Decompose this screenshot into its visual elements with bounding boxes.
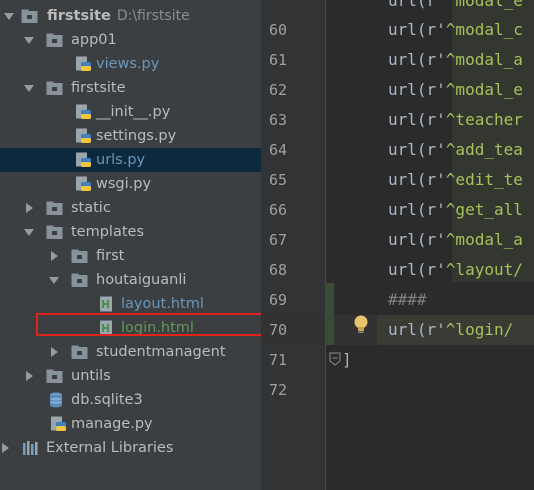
chevron-right-icon[interactable] (26, 203, 33, 213)
tree-item-layout-html[interactable]: layout.html (0, 292, 261, 316)
folder-icon (46, 33, 63, 47)
tree-item-label: app01 (71, 32, 117, 48)
python-file-icon (51, 416, 66, 431)
chevron-right-icon[interactable] (51, 251, 58, 261)
line-number: 61 (268, 51, 287, 69)
code-line: url(r'^modal_a (388, 230, 523, 249)
tree-item-label: views.py (96, 56, 160, 72)
tree-item-untils[interactable]: untils (0, 364, 261, 388)
code-line: ] (342, 350, 352, 369)
line-number: 64 (268, 141, 287, 159)
database-icon (50, 392, 62, 408)
tree-item-label: __init__.py (96, 104, 171, 120)
code-line: url(r'^modal_c (388, 20, 523, 39)
html-file-icon (100, 320, 112, 336)
chevron-down-icon[interactable] (24, 85, 34, 92)
line-number: 71 (268, 351, 287, 369)
tree-item-static[interactable]: static (0, 196, 261, 220)
tree-item-label: urls.py (96, 152, 146, 168)
chevron-down-icon[interactable] (24, 229, 34, 236)
tree-item-label: firstsite D:\firstsite (47, 8, 190, 24)
folder-icon (71, 345, 88, 359)
code-line: url(r'^get_all (388, 200, 523, 219)
code-line: url(r'^login/ (388, 320, 514, 339)
folder-icon (21, 9, 38, 23)
tree-item-label: db.sqlite3 (71, 392, 143, 408)
folder-icon (71, 249, 88, 263)
code-comment-line: #### (388, 290, 427, 309)
tree-item-app01[interactable]: app01 (0, 28, 261, 52)
line-number: 65 (268, 171, 287, 189)
ide-window: firstsite D:\firstsite app01 views.py fir… (0, 0, 534, 490)
vcs-change-marker (325, 283, 334, 345)
folder-icon (46, 81, 63, 95)
tree-item-firstsite[interactable]: firstsite (0, 76, 261, 100)
tree-item-houtaiguanli[interactable]: houtaiguanli (0, 268, 261, 292)
tree-item-init-py[interactable]: __init__.py (0, 100, 261, 124)
chevron-right-icon[interactable] (51, 347, 58, 357)
code-line: url(r'^edit_te (388, 170, 523, 189)
chevron-right-icon[interactable] (2, 443, 9, 453)
python-file-icon (76, 152, 91, 167)
tree-item-firstsite-root[interactable]: firstsite D:\firstsite (0, 4, 261, 28)
tree-item-label: settings.py (96, 128, 177, 144)
lightbulb-icon[interactable] (351, 313, 371, 335)
tree-item-label: houtaiguanli (96, 272, 187, 288)
folder-icon (46, 201, 63, 215)
code-line-partial: url(r'^modal_e (388, 0, 523, 10)
folder-icon (71, 273, 88, 287)
line-number: 66 (268, 201, 287, 219)
line-number: 60 (268, 21, 287, 39)
line-number: 68 (268, 261, 287, 279)
code-line: url(r'^teacher (388, 110, 523, 129)
tree-item-external-libraries[interactable]: External Libraries (0, 436, 261, 460)
tree-item-templates[interactable]: templates (0, 220, 261, 244)
tree-item-urls-py[interactable]: urls.py (0, 148, 261, 172)
tree-item-label: untils (71, 368, 111, 384)
tree-item-label: manage.py (71, 416, 153, 432)
fold-marker-icon[interactable] (329, 352, 341, 366)
tree-item-manage-py[interactable]: manage.py (0, 412, 261, 436)
python-file-icon (76, 176, 91, 191)
tree-item-label: wsgi.py (96, 176, 152, 192)
tree-item-label: studentmanagent (96, 344, 226, 360)
folder-icon (46, 369, 63, 383)
tree-item-settings-py[interactable]: settings.py (0, 124, 261, 148)
project-tree: firstsite D:\firstsite app01 views.py fir… (0, 0, 261, 490)
python-file-icon (76, 104, 91, 119)
code-line: url(r'^modal_a (388, 50, 523, 69)
tree-item-label: static (71, 200, 111, 216)
line-number: 63 (268, 111, 287, 129)
library-icon (23, 441, 38, 455)
folder-icon (46, 225, 63, 239)
html-file-icon (100, 296, 112, 312)
code-line: url(r'^layout/ (388, 260, 523, 279)
line-number: 72 (268, 381, 287, 399)
code-line: url(r'^modal_e (388, 80, 523, 99)
chevron-right-icon[interactable] (26, 371, 33, 381)
tree-item-label: login.html (121, 320, 194, 336)
python-file-icon (76, 128, 91, 143)
chevron-down-icon[interactable] (24, 37, 34, 44)
tree-item-label: External Libraries (46, 440, 174, 456)
tree-item-first[interactable]: first (0, 244, 261, 268)
tree-item-label: first (96, 248, 125, 264)
tree-item-studentmanagent[interactable]: studentmanagent (0, 340, 261, 364)
line-number: 62 (268, 81, 287, 99)
python-file-icon (76, 56, 91, 71)
chevron-down-icon[interactable] (4, 13, 14, 20)
tree-item-label: layout.html (121, 296, 204, 312)
line-number: 69 (268, 291, 287, 309)
tree-item-wsgi-py[interactable]: wsgi.py (0, 172, 261, 196)
tree-item-views-py[interactable]: views.py (0, 52, 261, 76)
tree-item-label: templates (71, 224, 145, 240)
line-number: 70 (268, 321, 287, 339)
tree-item-db-sqlite3[interactable]: db.sqlite3 (0, 388, 261, 412)
code-line: url(r'^add_tea (388, 140, 523, 159)
tree-item-label: firstsite (71, 80, 126, 96)
line-number: 67 (268, 231, 287, 249)
chevron-down-icon[interactable] (49, 277, 59, 284)
tree-item-login-html[interactable]: login.html (0, 316, 261, 340)
